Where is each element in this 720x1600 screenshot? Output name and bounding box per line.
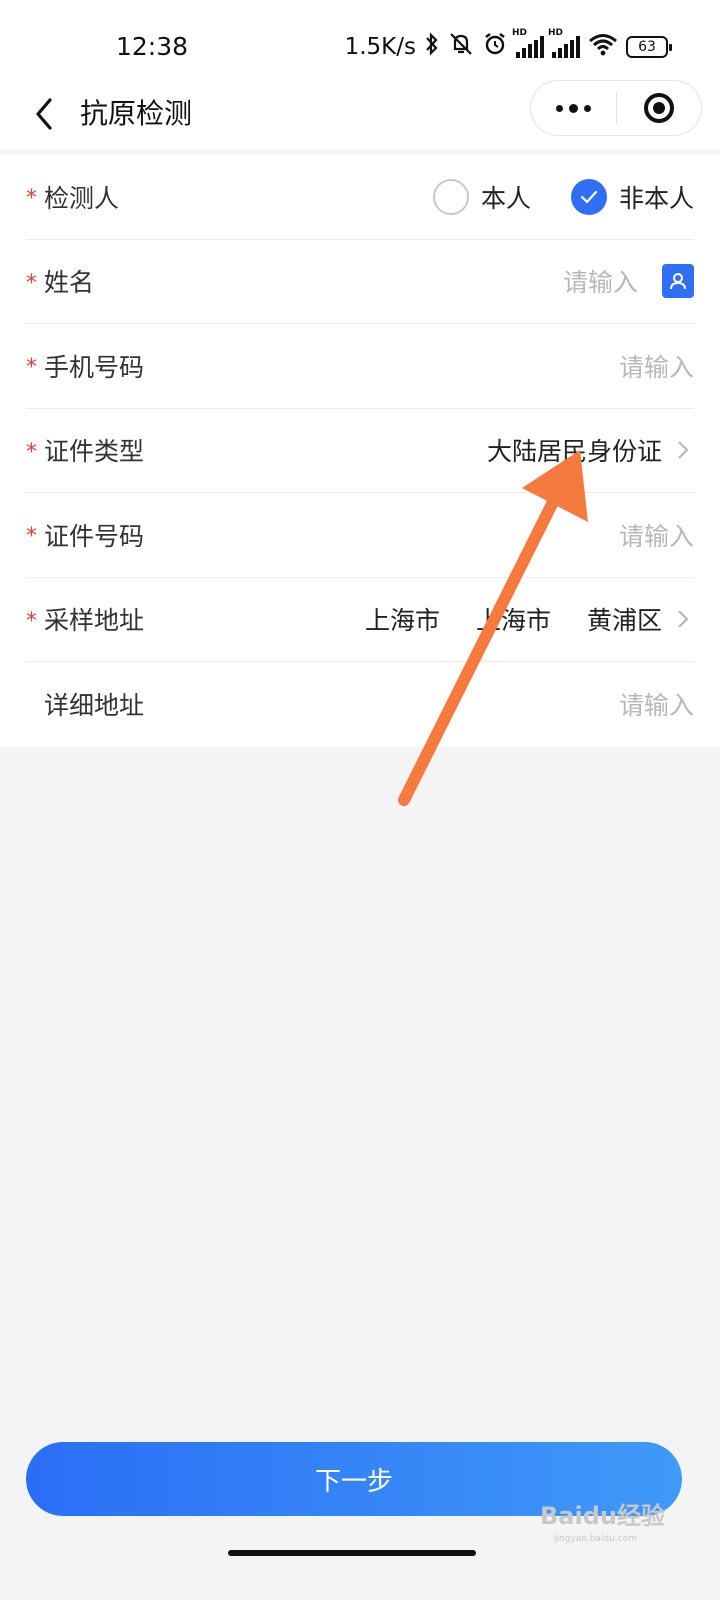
sample-address-selector[interactable]: 上海市 上海市 黄浦区: [339, 601, 694, 637]
required-star: *: [26, 270, 37, 296]
form-row-id-number: * 证件号码 请输入: [26, 493, 694, 578]
radio-option-self[interactable]: 本人: [432, 178, 531, 215]
id-type-selector[interactable]: 大陆居民身份证: [487, 432, 694, 468]
more-button[interactable]: [531, 81, 616, 135]
radio-checked-icon: [570, 178, 607, 215]
target-circle-icon: [643, 93, 674, 123]
form-row-phone: * 手机号码 请输入: [26, 324, 694, 409]
form-row-detail-address: * 详细地址 请输入: [26, 662, 694, 747]
more-dots-icon: [555, 103, 591, 113]
baidu-watermark-logo: Baidu经验 jingyan.baidu.com: [540, 1496, 665, 1544]
sample-address-label: 采样地址: [44, 606, 145, 636]
wifi-icon: [588, 32, 618, 61]
alarm-icon: [482, 32, 508, 61]
address-province: 上海市: [364, 606, 440, 636]
mute-bell-icon: [448, 32, 474, 61]
network-speed: 1.5K/s: [344, 33, 416, 60]
radio-option-other[interactable]: 非本人: [570, 178, 694, 215]
option-other-label: 非本人: [618, 183, 694, 213]
back-arrow-icon[interactable]: [28, 94, 68, 134]
required-star: *: [26, 524, 37, 550]
form-row-sample-address[interactable]: * 采样地址 上海市 上海市 黄浦区: [26, 578, 694, 662]
detail-address-input[interactable]: 请输入: [619, 686, 694, 722]
name-input-area: 请输入: [563, 263, 694, 299]
bluetooth-icon: [424, 32, 440, 61]
required-star: *: [26, 439, 37, 465]
form-row-tester: * 检测人 本人 非本人: [26, 155, 694, 240]
chevron-right-icon: [678, 610, 689, 628]
nav-bar: 抗原检测: [0, 76, 720, 150]
mini-program-capsule: [530, 80, 702, 136]
required-star: *: [26, 608, 37, 634]
address-city: 上海市: [475, 606, 551, 636]
id-type-label: 证件类型: [44, 437, 145, 467]
phone-input[interactable]: 请输入: [619, 348, 694, 384]
detail-address-label: 详细地址: [44, 691, 145, 721]
watermark-brand: Baidu经验: [540, 1502, 665, 1530]
form-row-name: * 姓名 请输入: [26, 240, 694, 324]
required-star: *: [26, 355, 37, 381]
hd-badge: HD: [548, 27, 564, 38]
detail-address-input-area: 请输入: [619, 686, 694, 722]
close-mini-program-button[interactable]: [617, 81, 702, 135]
star-spacer: *: [26, 690, 44, 719]
id-type-value: 大陆居民身份证: [486, 437, 662, 467]
signal-icon-2: HD: [548, 28, 580, 58]
required-star: *: [26, 186, 37, 212]
phone-label: 手机号码: [44, 352, 145, 382]
id-number-input[interactable]: 请输入: [619, 517, 694, 553]
home-indicator[interactable]: [228, 1550, 476, 1556]
tester-options: 本人 非本人: [403, 178, 694, 215]
page: 12:38 1.5K/s HD HD 63 抗原检测 * 检测人 本人 非本人 …: [0, 0, 720, 1600]
name-input[interactable]: 请输入: [563, 263, 638, 299]
battery-icon: 63: [626, 35, 672, 58]
phone-input-area: 请输入: [619, 348, 694, 384]
id-number-label: 证件号码: [44, 521, 145, 551]
status-indicators: 1.5K/s HD HD 63: [344, 28, 672, 61]
hd-badge: HD: [512, 27, 528, 38]
address-district: 黄浦区: [586, 606, 662, 636]
chevron-right-icon: [678, 441, 689, 459]
signal-icon-1: HD: [512, 28, 544, 58]
name-label: 姓名: [44, 268, 95, 298]
option-self-label: 本人: [480, 183, 531, 213]
status-time: 12:38: [116, 32, 189, 61]
antigen-test-form: * 检测人 本人 非本人 * 姓名 请输入 * 手机号码 请输入 * 证件类型 …: [0, 155, 720, 747]
tester-label: 检测人: [44, 183, 120, 213]
watermark-url: jingyan.baidu.com: [554, 1534, 638, 1544]
page-title: 抗原检测: [80, 97, 193, 130]
id-number-input-area: 请输入: [619, 517, 694, 553]
contact-book-icon[interactable]: [662, 264, 694, 299]
form-row-id-type[interactable]: * 证件类型 大陆居民身份证: [26, 409, 694, 493]
radio-unchecked-icon: [432, 178, 469, 215]
